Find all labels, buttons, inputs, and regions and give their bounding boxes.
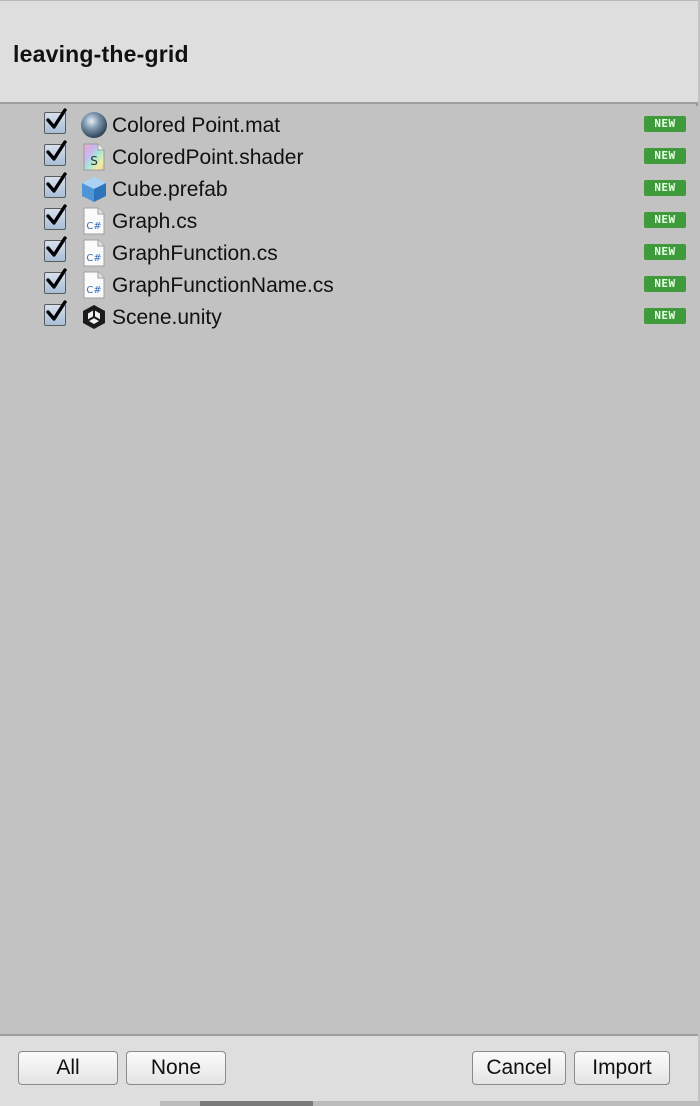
item-label: ColoredPoint.shader xyxy=(112,146,304,169)
item-label: GraphFunctionName.cs xyxy=(112,274,334,297)
import-package-window: leaving-the-grid Colored Point.mat NEW S… xyxy=(0,0,698,1106)
list-item[interactable]: C# Graph.cs NEW xyxy=(0,204,698,236)
shader-icon: S xyxy=(80,143,108,171)
item-checkbox[interactable] xyxy=(44,172,67,198)
select-none-button[interactable]: None xyxy=(126,1051,226,1085)
unity-scene-icon xyxy=(80,303,108,331)
csharp-script-icon: C# xyxy=(80,207,108,235)
material-sphere-icon xyxy=(80,111,108,139)
svg-text:C#: C# xyxy=(86,285,101,296)
item-label: Graph.cs xyxy=(112,210,198,233)
new-badge: NEW xyxy=(644,212,686,228)
item-checkbox[interactable] xyxy=(44,236,67,262)
prefab-cube-icon xyxy=(80,175,108,203)
item-checkbox[interactable] xyxy=(44,108,67,134)
bottom-edge-shadow xyxy=(200,1101,313,1106)
item-label: GraphFunction.cs xyxy=(112,242,278,265)
item-checkbox[interactable] xyxy=(44,300,67,326)
list-item[interactable]: Scene.unity NEW xyxy=(0,300,698,332)
new-badge: NEW xyxy=(644,180,686,196)
new-badge: NEW xyxy=(644,116,686,132)
item-label: Colored Point.mat xyxy=(112,114,281,137)
item-label: Cube.prefab xyxy=(112,178,228,201)
window-header: leaving-the-grid xyxy=(0,0,698,104)
list-item[interactable]: C# GraphFunction.cs NEW xyxy=(0,236,698,268)
list-item[interactable]: S ColoredPoint.shader NEW xyxy=(0,140,698,172)
svg-text:C#: C# xyxy=(86,253,101,264)
item-checkbox[interactable] xyxy=(44,140,67,166)
dialog-footer: All None Cancel Import xyxy=(0,1034,698,1106)
list-item[interactable]: Colored Point.mat NEW xyxy=(0,108,698,140)
asset-list[interactable]: Colored Point.mat NEW S ColoredPoint.sha… xyxy=(0,106,698,1034)
svg-text:C#: C# xyxy=(86,221,101,232)
cancel-button[interactable]: Cancel xyxy=(472,1051,566,1085)
new-badge: NEW xyxy=(644,148,686,164)
new-badge: NEW xyxy=(644,276,686,292)
select-all-button[interactable]: All xyxy=(18,1051,118,1085)
csharp-script-icon: C# xyxy=(80,271,108,299)
svg-text:S: S xyxy=(90,154,98,168)
item-checkbox[interactable] xyxy=(44,204,67,230)
list-item[interactable]: Cube.prefab NEW xyxy=(0,172,698,204)
new-badge: NEW xyxy=(644,244,686,260)
csharp-script-icon: C# xyxy=(80,239,108,267)
import-button[interactable]: Import xyxy=(574,1051,670,1085)
item-checkbox[interactable] xyxy=(44,268,67,294)
package-title: leaving-the-grid xyxy=(13,41,189,67)
item-label: Scene.unity xyxy=(112,306,222,329)
list-item[interactable]: C# GraphFunctionName.cs NEW xyxy=(0,268,698,300)
new-badge: NEW xyxy=(644,308,686,324)
